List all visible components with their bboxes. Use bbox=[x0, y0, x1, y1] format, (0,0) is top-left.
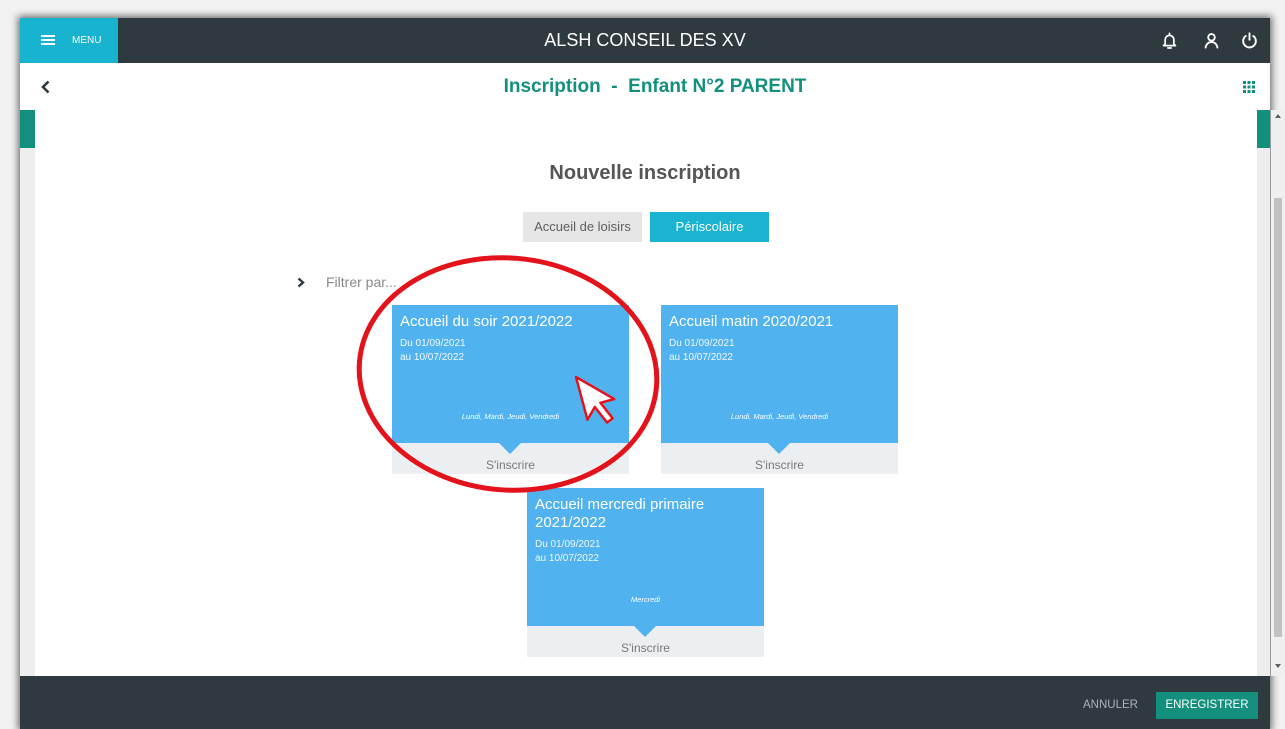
register-label: S'inscrire bbox=[486, 458, 535, 472]
filter-label: Filtrer par... bbox=[326, 274, 397, 290]
card-days: Lundi, Mardi, Jeudi, Vendredi bbox=[461, 412, 560, 421]
card-date-to: au 10/07/2022 bbox=[535, 553, 599, 564]
right-side-panel bbox=[1257, 110, 1270, 676]
cancel-button[interactable]: ANNULER bbox=[1078, 692, 1143, 719]
menu-label: MENU bbox=[72, 35, 102, 46]
card-date-to: au 10/07/2022 bbox=[669, 352, 733, 363]
app-title: ALSH CONSEIL DES XV bbox=[544, 30, 746, 50]
card-date-from: Du 01/09/2021 bbox=[669, 338, 735, 349]
tab-periscolaire[interactable]: Périscolaire bbox=[650, 212, 769, 242]
vertical-scrollbar[interactable] bbox=[1271, 110, 1285, 676]
card-title: Accueil mercredi primaire 2021/2022 bbox=[535, 496, 705, 531]
scroll-up-arrow-icon[interactable] bbox=[1275, 114, 1281, 118]
top-bar: MENU ALSH CONSEIL DES XV bbox=[20, 18, 1270, 63]
card-body[interactable]: Accueil du soir 2021/2022 Du 01/09/2021 … bbox=[392, 305, 629, 454]
card-days: Lundi, Mardi, Jeudi, Vendredi bbox=[730, 412, 829, 421]
card-title: Accueil matin 2020/2021 bbox=[669, 313, 834, 330]
activity-card[interactable]: Accueil matin 2020/2021 Du 01/09/2021 au… bbox=[661, 305, 898, 474]
side-accent bbox=[20, 110, 35, 148]
menu-button[interactable]: MENU bbox=[20, 18, 118, 63]
save-button[interactable]: ENREGISTRER bbox=[1156, 692, 1258, 719]
card-dates: Du 01/09/2021 au 10/07/2022 bbox=[400, 337, 621, 365]
card-days: Mercredi bbox=[630, 595, 661, 604]
chevron-left-icon[interactable] bbox=[38, 78, 54, 96]
card-date-from: Du 01/09/2021 bbox=[400, 338, 466, 349]
card-date-from: Du 01/09/2021 bbox=[535, 539, 601, 550]
card-title: Accueil du soir 2021/2022 bbox=[400, 313, 573, 330]
register-label: S'inscrire bbox=[755, 458, 804, 472]
card-body[interactable]: Accueil mercredi primaire 2021/2022 Du 0… bbox=[527, 488, 764, 637]
card-dates: Du 01/09/2021 au 10/07/2022 bbox=[669, 337, 890, 365]
footer-bar: ANNULER ENREGISTRER bbox=[20, 676, 1270, 729]
card-date-to: au 10/07/2022 bbox=[400, 352, 464, 363]
card-body[interactable]: Accueil matin 2020/2021 Du 01/09/2021 au… bbox=[661, 305, 898, 454]
user-icon[interactable] bbox=[1202, 31, 1221, 50]
page-title: Inscription - Enfant N°2 PARENT bbox=[503, 76, 807, 97]
card-notch bbox=[499, 443, 521, 454]
sub-header: Inscription - Enfant N°2 PARENT bbox=[20, 63, 1270, 110]
filter-toggle[interactable]: Filtrer par... bbox=[296, 274, 436, 290]
power-icon[interactable] bbox=[1240, 31, 1259, 50]
bell-icon[interactable] bbox=[1160, 31, 1179, 50]
side-accent bbox=[1257, 110, 1270, 148]
main-content: Nouvelle inscription Accueil de loisirs … bbox=[20, 110, 1270, 676]
register-label: S'inscrire bbox=[621, 641, 670, 655]
card-notch bbox=[768, 443, 790, 454]
left-side-panel bbox=[20, 110, 35, 676]
chevron-right-icon bbox=[296, 277, 306, 288]
scrollbar-thumb[interactable] bbox=[1274, 198, 1282, 637]
scroll-down-arrow-icon[interactable] bbox=[1275, 664, 1281, 668]
grid-icon[interactable] bbox=[1243, 81, 1255, 93]
hamburger-icon bbox=[41, 35, 55, 46]
tab-accueil-de-loisirs[interactable]: Accueil de loisirs bbox=[523, 212, 642, 242]
app-window: MENU ALSH CONSEIL DES XV Inscription - E… bbox=[20, 18, 1270, 729]
section-heading: Nouvelle inscription bbox=[549, 162, 741, 184]
card-notch bbox=[634, 626, 656, 637]
card-dates: Du 01/09/2021 au 10/07/2022 bbox=[535, 538, 756, 566]
activity-card[interactable]: Accueil mercredi primaire 2021/2022 Du 0… bbox=[527, 488, 764, 657]
activity-card[interactable]: Accueil du soir 2021/2022 Du 01/09/2021 … bbox=[392, 305, 629, 474]
